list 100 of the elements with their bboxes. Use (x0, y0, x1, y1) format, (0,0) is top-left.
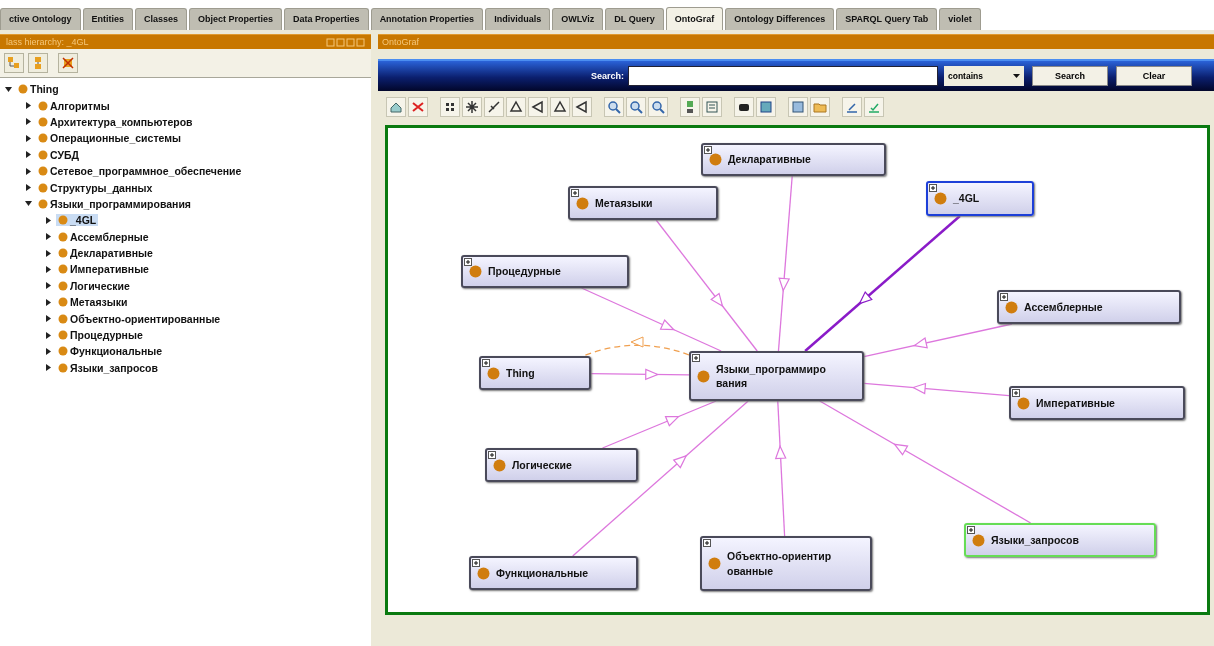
tab[interactable]: OntoGraf (665, 7, 724, 30)
tab[interactable]: Data Properties (284, 8, 369, 30)
class-node[interactable]: Декларативные (701, 143, 886, 176)
tree-item[interactable]: Логические (56, 279, 132, 292)
class-dot-icon (38, 182, 48, 193)
tree-item[interactable]: Процедурные (56, 329, 145, 342)
expand-icon[interactable] (482, 359, 490, 367)
collapsed-arrow-icon[interactable] (44, 215, 53, 225)
collapsed-arrow-icon[interactable] (44, 248, 53, 258)
expanded-arrow-icon[interactable] (4, 84, 13, 94)
tree-item[interactable]: Операционные_системы (36, 132, 183, 145)
class-node[interactable]: Логические (485, 448, 638, 482)
collapsed-arrow-icon[interactable] (44, 297, 53, 307)
panel-title: OntoGraf (382, 37, 419, 47)
toolbar-button[interactable] (734, 97, 754, 117)
class-dot-icon (58, 248, 68, 259)
tree-item[interactable]: Декларативные (56, 247, 155, 260)
collapsed-arrow-icon[interactable] (44, 330, 53, 340)
expand-icon[interactable] (571, 189, 579, 197)
search-field[interactable] (628, 66, 938, 86)
filter-icon (705, 100, 719, 114)
tree-item[interactable]: Функциональные (56, 345, 165, 358)
collapsed-arrow-icon[interactable] (24, 183, 33, 193)
class-node[interactable]: Ассемблерные (997, 290, 1181, 324)
expand-icon[interactable] (1000, 293, 1008, 301)
collapsed-arrow-icon[interactable] (44, 265, 53, 274)
collapsed-arrow-icon[interactable] (24, 133, 33, 143)
expanded-arrow-icon[interactable] (24, 199, 33, 209)
class-node[interactable]: Процедурные (461, 255, 629, 288)
tree-item[interactable]: Императивные (56, 263, 151, 276)
tab[interactable]: Object Properties (189, 8, 283, 30)
tree-item[interactable]: Языки_программирования (36, 197, 193, 210)
tree-item[interactable]: Языки_запросов (56, 361, 160, 374)
class-node[interactable]: Функциональные (469, 556, 638, 590)
tab[interactable]: Annotation Properties (370, 8, 484, 30)
expand-icon[interactable] (1012, 389, 1020, 397)
tab[interactable]: Ontology Differences (725, 8, 835, 30)
tab[interactable]: violet (939, 8, 981, 30)
clear-button[interactable]: Clear (1116, 66, 1192, 86)
line-layout-icon (487, 100, 501, 114)
match-dropdown[interactable]: contains (944, 66, 1024, 86)
collapsed-arrow-icon[interactable] (44, 314, 53, 324)
export-icon (845, 100, 859, 114)
tree-item[interactable]: СУБД (36, 148, 81, 161)
class-dot-icon (58, 231, 68, 242)
class-node[interactable]: Метаязыки (568, 186, 718, 220)
collapsed-arrow-icon[interactable] (44, 281, 53, 291)
collapsed-arrow-icon[interactable] (44, 232, 53, 242)
collapsed-arrow-icon[interactable] (24, 150, 33, 160)
class-node[interactable]: _4GL (926, 181, 1034, 216)
tree-item[interactable]: _4GL (56, 214, 99, 227)
collapsed-arrow-icon[interactable] (44, 346, 53, 356)
tab[interactable]: SPARQL Query Tab (836, 8, 938, 30)
toolbar-button[interactable] (680, 97, 700, 117)
delete-class-icon (61, 56, 75, 70)
expand-icon[interactable] (703, 539, 711, 547)
expand-icon[interactable] (704, 146, 712, 154)
expand-icon[interactable] (464, 258, 472, 266)
tab[interactable]: Classes (135, 8, 188, 30)
toolbar-button[interactable] (462, 97, 482, 117)
collapsed-arrow-icon[interactable] (44, 363, 53, 373)
tree-item[interactable]: Ассемблерные (56, 230, 151, 243)
toolbar-button[interactable] (572, 97, 592, 117)
toolbar-button[interactable] (440, 97, 460, 117)
folder-icon (813, 100, 827, 114)
expand-icon[interactable] (488, 451, 496, 459)
tree-item[interactable]: Объектно-ориентированные (56, 312, 223, 325)
class-node[interactable]: Thing (479, 356, 591, 390)
expand-icon[interactable] (929, 184, 937, 192)
collapsed-arrow-icon[interactable] (24, 166, 33, 176)
tab[interactable]: Entities (82, 8, 134, 30)
tree-item[interactable]: Thing (16, 83, 61, 96)
toolbar-button[interactable] (550, 97, 570, 117)
tree-item[interactable]: Метаязыки (56, 296, 130, 309)
expand-icon[interactable] (692, 354, 700, 362)
tree-item[interactable]: Архитектура_компьютеров (36, 115, 195, 128)
tree-item[interactable]: Алгоритмы (36, 99, 112, 112)
toolbar-button[interactable] (506, 97, 526, 117)
class-dot-icon (58, 330, 68, 341)
class-dot-icon (38, 100, 48, 111)
toolbar-button[interactable] (528, 97, 548, 117)
zoom-icon (629, 100, 643, 114)
tree-item[interactable]: Структуры_данных (36, 181, 155, 194)
collapsed-arrow-icon[interactable] (24, 101, 33, 111)
tree-item[interactable]: Сетевое_программное_обеспечение (36, 165, 244, 178)
collapsed-arrow-icon[interactable] (24, 117, 33, 127)
tab[interactable]: ctive Ontology (0, 8, 81, 30)
class-node[interactable]: Языки_запросов (964, 523, 1156, 557)
expand-icon[interactable] (472, 559, 480, 567)
toolbar-button[interactable] (484, 97, 504, 117)
class-dot-icon (477, 566, 490, 580)
class-node[interactable]: Объектно-ориентированные (700, 536, 872, 591)
class-dot-icon (709, 153, 722, 166)
tab[interactable]: OWLViz (552, 8, 604, 30)
expand-icon[interactable] (967, 526, 975, 534)
class-node[interactable]: Языки_программирования (689, 351, 864, 401)
search-button[interactable]: Search (1032, 66, 1108, 86)
class-node[interactable]: Императивные (1009, 386, 1185, 420)
tab[interactable]: Individuals (485, 8, 551, 30)
tab[interactable]: DL Query (605, 8, 664, 30)
